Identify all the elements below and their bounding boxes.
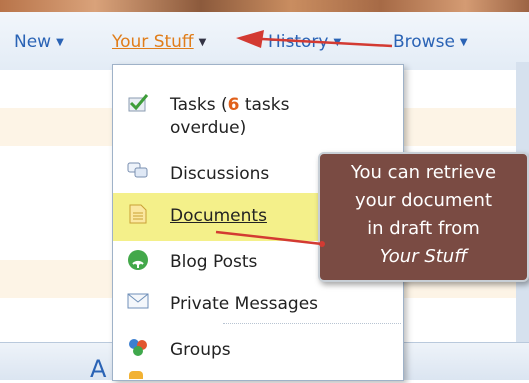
menu-separator [223, 323, 401, 324]
annotation-callout: You can retrieve your document in draft … [318, 152, 529, 282]
nav-your-stuff-label: Your Stuff [112, 32, 194, 52]
caret-down-icon: ▼ [333, 37, 342, 48]
menu-item-private-messages[interactable]: Private Messages [113, 291, 403, 321]
discussions-label: Discussions [170, 164, 270, 184]
document-icon [127, 204, 149, 224]
speech-bubbles-icon [127, 161, 149, 181]
callout-line-4: Your Stuff [379, 246, 468, 267]
tasks-overdue-count: 6 [227, 95, 240, 115]
caret-down-icon: ▼ [56, 37, 64, 48]
nav-history-label: History [268, 32, 329, 52]
tasks-label: Tasks (6 tasks [170, 95, 289, 115]
menu-item-groups[interactable]: Groups [113, 337, 403, 367]
tasks-label-line2: overdue) [170, 118, 247, 138]
partial-menu-icon [129, 371, 143, 379]
caret-down-icon: ▼ [459, 37, 468, 48]
tasks-label-suffix: tasks [239, 95, 290, 115]
nav-new[interactable]: New ▼ [14, 32, 64, 52]
nav-browse-label: Browse [393, 32, 455, 52]
private-messages-label: Private Messages [170, 294, 319, 314]
blog-feed-icon [127, 249, 149, 270]
envelope-icon [127, 291, 149, 311]
callout-line-2: your document [354, 190, 492, 211]
callout-line-3: in draft from [367, 218, 480, 239]
blog-posts-label: Blog Posts [170, 252, 258, 272]
nav-history[interactable]: History ▼ [268, 32, 341, 52]
menu-item-tasks[interactable]: Tasks (6 tasks overdue) [113, 91, 403, 147]
tasks-label-prefix: Tasks ( [170, 95, 228, 115]
nav-your-stuff[interactable]: Your Stuff ▼ [112, 32, 206, 52]
checkmark-icon [127, 93, 149, 113]
caret-down-icon: ▼ [198, 37, 207, 48]
callout-line-1: You can retrieve [350, 162, 497, 183]
nav-new-label: New [14, 32, 52, 52]
top-navigation-bar: New ▼ Your Stuff ▼ History ▼ Browse ▼ [0, 12, 529, 71]
documents-label: Documents [170, 206, 267, 226]
groups-icon [127, 337, 149, 357]
groups-label: Groups [170, 340, 231, 360]
nav-browse[interactable]: Browse ▼ [393, 32, 468, 52]
top-decorative-strip [0, 0, 529, 12]
